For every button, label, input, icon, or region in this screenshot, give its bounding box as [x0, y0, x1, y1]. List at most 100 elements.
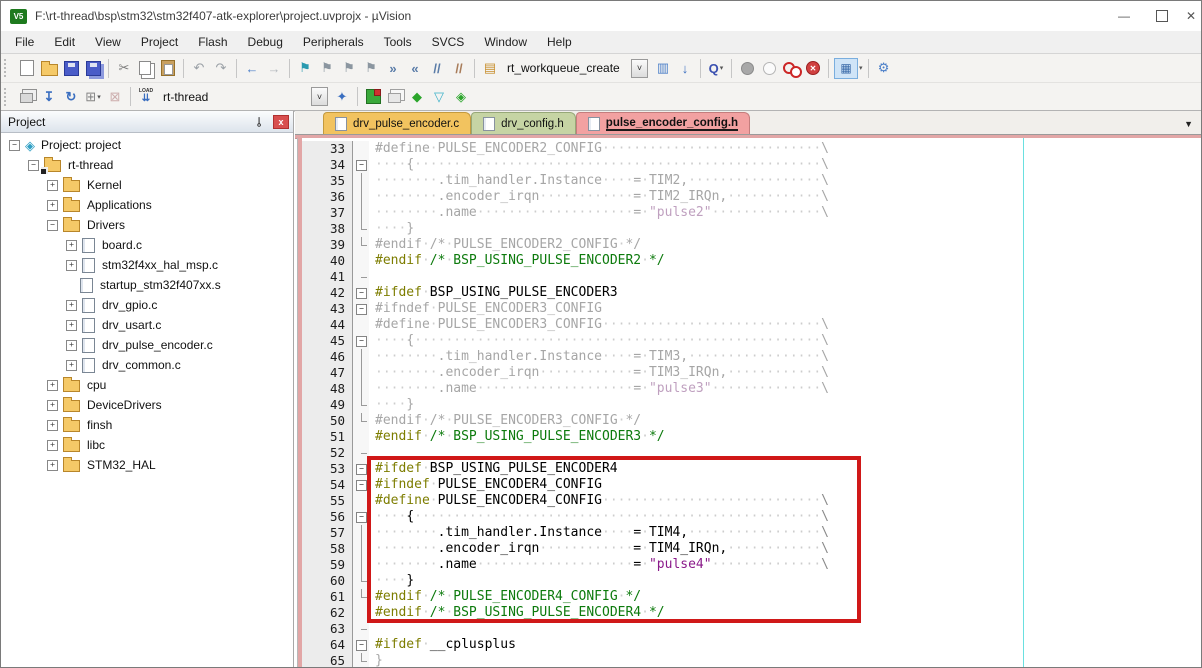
- manage-project-items-icon[interactable]: [385, 87, 405, 107]
- tree-expander-plus-icon[interactable]: +: [66, 320, 77, 331]
- bookmark-next-icon[interactable]: ⚑: [339, 58, 359, 78]
- paste-icon[interactable]: [158, 58, 178, 78]
- code-line-41[interactable]: 41: [302, 269, 1201, 285]
- tree-item-cpu[interactable]: +cpu: [1, 375, 293, 395]
- bookmark-clear-icon[interactable]: ⚑: [361, 58, 381, 78]
- tree-item-libc[interactable]: +libc: [1, 435, 293, 455]
- tree-expander-plus-icon[interactable]: +: [66, 240, 77, 251]
- code-line-59[interactable]: 59········.name····················=·"pu…: [302, 557, 1201, 573]
- code-line-52[interactable]: 52: [302, 445, 1201, 461]
- code-line-45[interactable]: 45−····{································…: [302, 333, 1201, 349]
- tree-item-drv-usart-c[interactable]: +drv_usart.c: [1, 315, 293, 335]
- code-line-63[interactable]: 63: [302, 621, 1201, 637]
- code-line-65[interactable]: 65}: [302, 653, 1201, 668]
- minimize-button[interactable]: —: [1105, 1, 1143, 31]
- menu-item-file[interactable]: File: [5, 31, 44, 53]
- stop-build-icon[interactable]: ⊠: [105, 87, 125, 107]
- tree-expander-plus-icon[interactable]: +: [66, 300, 77, 311]
- code-line-55[interactable]: 55#define·PULSE_ENCODER4_CONFIG·········…: [302, 493, 1201, 509]
- code-line-64[interactable]: 64−#ifdef·__cplusplus: [302, 637, 1201, 653]
- manage-rte-icon[interactable]: [363, 87, 383, 107]
- quick-find-icon[interactable]: Q▾: [706, 58, 726, 78]
- breakpoint-disable-all-icon[interactable]: [781, 58, 801, 78]
- tree-expander-plus-icon[interactable]: +: [47, 420, 58, 431]
- code-line-46[interactable]: 46········.tim_handler.Instance····=·TIM…: [302, 349, 1201, 365]
- menu-item-view[interactable]: View: [85, 31, 131, 53]
- code-line-61[interactable]: 61#endif·/*·PULSE_ENCODER4_CONFIG·*/: [302, 589, 1201, 605]
- code-line-62[interactable]: 62#endif·/*·BSP_USING_PULSE_ENCODER4·*/: [302, 605, 1201, 621]
- code-line-33[interactable]: 33#define·PULSE_ENCODER2_CONFIG·········…: [302, 141, 1201, 157]
- fold-collapse-icon[interactable]: −: [352, 461, 369, 477]
- code-line-60[interactable]: 60····}: [302, 573, 1201, 589]
- tree-expander-plus-icon[interactable]: +: [47, 180, 58, 191]
- fold-collapse-icon[interactable]: −: [352, 333, 369, 349]
- outdent-icon[interactable]: «: [405, 58, 425, 78]
- fold-collapse-icon[interactable]: −: [356, 480, 367, 491]
- tree-item-project-project[interactable]: −◈Project: project: [1, 135, 293, 155]
- fold-collapse-icon[interactable]: −: [356, 288, 367, 299]
- code-line-58[interactable]: 58········.encoder_irqn············=·TIM…: [302, 541, 1201, 557]
- navigate-forward-icon[interactable]: →: [264, 58, 284, 78]
- menu-item-peripherals[interactable]: Peripherals: [293, 31, 374, 53]
- search-combo-dropdown[interactable]: ˅: [631, 59, 648, 78]
- tab-pulse-encoder-config-h[interactable]: pulse_encoder_config.h: [576, 112, 750, 134]
- breakpoint-toggle-icon[interactable]: [737, 58, 757, 78]
- find-in-files-book-icon[interactable]: ▤: [480, 58, 500, 78]
- save-all-icon[interactable]: [83, 58, 103, 78]
- batch-build-icon[interactable]: ⊞▾: [83, 87, 103, 107]
- comment-icon[interactable]: //: [427, 58, 447, 78]
- code-line-43[interactable]: 43−#ifndef·PULSE_ENCODER3_CONFIG: [302, 301, 1201, 317]
- fold-collapse-icon[interactable]: −: [356, 336, 367, 347]
- tree-expander-plus-icon[interactable]: +: [66, 340, 77, 351]
- fold-collapse-icon[interactable]: −: [356, 640, 367, 651]
- download-load-icon[interactable]: LOAD⇊: [136, 87, 156, 107]
- menu-item-flash[interactable]: Flash: [188, 31, 237, 53]
- tree-expander-minus-icon[interactable]: −: [28, 160, 39, 171]
- tree-item-rt-thread[interactable]: −rt-thread: [1, 155, 293, 175]
- tree-item-kernel[interactable]: +Kernel: [1, 175, 293, 195]
- tree-item-startup-stm32f407xx-s[interactable]: startup_stm32f407xx.s: [1, 275, 293, 295]
- code-line-35[interactable]: 35········.tim_handler.Instance····=·TIM…: [302, 173, 1201, 189]
- dropdown-caret-icon[interactable]: ▾: [859, 64, 863, 72]
- code-line-48[interactable]: 48········.name····················=·"pu…: [302, 381, 1201, 397]
- save-icon[interactable]: [61, 58, 81, 78]
- pack-installer-icon[interactable]: ◆: [407, 87, 427, 107]
- tab-drv-pulse-encoder-c[interactable]: drv_pulse_encoder.c: [323, 112, 471, 134]
- tree-item-drv-gpio-c[interactable]: +drv_gpio.c: [1, 295, 293, 315]
- fold-collapse-icon[interactable]: −: [356, 512, 367, 523]
- code-line-54[interactable]: 54−#ifndef·PULSE_ENCODER4_CONFIG: [302, 477, 1201, 493]
- undo-icon[interactable]: ↶: [189, 58, 209, 78]
- toolbar-grip[interactable]: [4, 59, 12, 77]
- tree-expander-plus-icon[interactable]: +: [47, 440, 58, 451]
- tree-expander-plus-icon[interactable]: +: [47, 400, 58, 411]
- fold-collapse-icon[interactable]: −: [352, 157, 369, 173]
- bookmark-prev-icon[interactable]: ⚑: [317, 58, 337, 78]
- open-file-icon[interactable]: [39, 58, 59, 78]
- code-line-37[interactable]: 37········.name····················=·"pu…: [302, 205, 1201, 221]
- menu-item-debug[interactable]: Debug: [238, 31, 293, 53]
- menu-item-svcs[interactable]: SVCS: [422, 31, 475, 53]
- build-icon[interactable]: ↧: [39, 87, 59, 107]
- fold-collapse-icon[interactable]: −: [352, 477, 369, 493]
- incremental-find-icon[interactable]: ↓: [675, 58, 695, 78]
- indent-icon[interactable]: »: [383, 58, 403, 78]
- tree-item-stm32-hal[interactable]: +STM32_HAL: [1, 455, 293, 475]
- code-line-40[interactable]: 40#endif·/*·BSP_USING_PULSE_ENCODER2·*/: [302, 253, 1201, 269]
- uncomment-icon[interactable]: //: [449, 58, 469, 78]
- options-for-target-wand-icon[interactable]: ✦: [332, 87, 352, 107]
- code-line-34[interactable]: 34−····{································…: [302, 157, 1201, 173]
- cut-icon[interactable]: ✂: [114, 58, 134, 78]
- tree-expander-plus-icon[interactable]: +: [47, 380, 58, 391]
- navigate-back-icon[interactable]: ←: [242, 58, 262, 78]
- tree-item-finsh[interactable]: +finsh: [1, 415, 293, 435]
- breakpoint-enable-icon[interactable]: [759, 58, 779, 78]
- tree-item-devicedrivers[interactable]: +DeviceDrivers: [1, 395, 293, 415]
- menu-item-edit[interactable]: Edit: [44, 31, 85, 53]
- menu-item-tools[interactable]: Tools: [374, 31, 422, 53]
- tab-drv-config-h[interactable]: drv_config.h: [471, 112, 576, 134]
- tree-expander-plus-icon[interactable]: +: [47, 200, 58, 211]
- maximize-button[interactable]: [1143, 1, 1181, 31]
- tree-item-board-c[interactable]: +board.c: [1, 235, 293, 255]
- code-line-47[interactable]: 47········.encoder_irqn············=·TIM…: [302, 365, 1201, 381]
- code-editor[interactable]: 33#define·PULSE_ENCODER2_CONFIG·········…: [302, 138, 1201, 667]
